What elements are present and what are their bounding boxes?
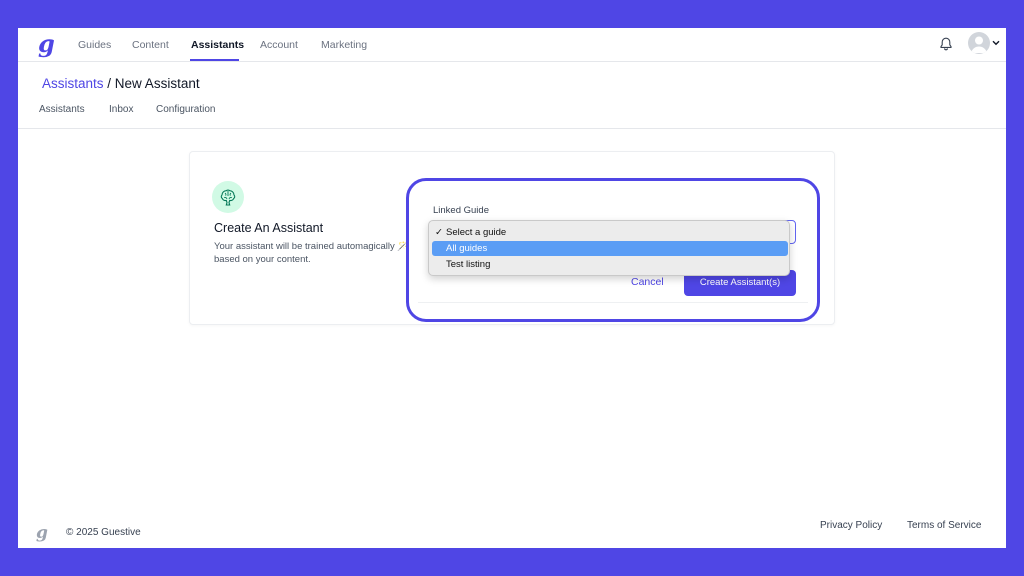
highlight-ring	[406, 178, 820, 322]
active-tab-indicator	[190, 59, 239, 61]
breadcrumb: Assistants / New Assistant	[42, 76, 200, 91]
brain-icon	[212, 181, 244, 213]
subnav-assistants[interactable]: Assistants	[39, 104, 85, 115]
subnav-configuration[interactable]: Configuration	[156, 104, 215, 115]
footer-logo: g	[36, 523, 48, 543]
terms-of-service-link[interactable]: Terms of Service	[907, 520, 981, 531]
bell-icon[interactable]	[938, 36, 954, 52]
subnav-inbox[interactable]: Inbox	[109, 104, 133, 115]
nav-content[interactable]: Content	[132, 39, 169, 51]
nav-assistants[interactable]: Assistants	[191, 39, 244, 51]
guestive-logo[interactable]: g	[38, 32, 62, 58]
privacy-policy-link[interactable]: Privacy Policy	[820, 520, 882, 531]
breadcrumb-assistants-link[interactable]: Assistants	[42, 76, 104, 91]
card-title: Create An Assistant	[214, 221, 324, 235]
chevron-down-icon[interactable]	[992, 40, 1000, 46]
card-description: Your assistant will be trained automagic…	[214, 241, 410, 265]
nav-marketing[interactable]: Marketing	[321, 39, 367, 51]
breadcrumb-current: New Assistant	[114, 76, 200, 91]
nav-guides[interactable]: Guides	[78, 39, 111, 51]
app-window: g Guides Content Assistants Account Mark…	[18, 28, 1006, 548]
breadcrumb-separator: /	[103, 76, 115, 91]
nav-account[interactable]: Account	[260, 39, 298, 51]
header-divider	[18, 128, 1006, 129]
copyright-text: © 2025 Guestive	[66, 527, 141, 538]
user-avatar-icon[interactable]	[968, 32, 990, 54]
top-navigation: g Guides Content Assistants Account Mark…	[18, 28, 1006, 62]
